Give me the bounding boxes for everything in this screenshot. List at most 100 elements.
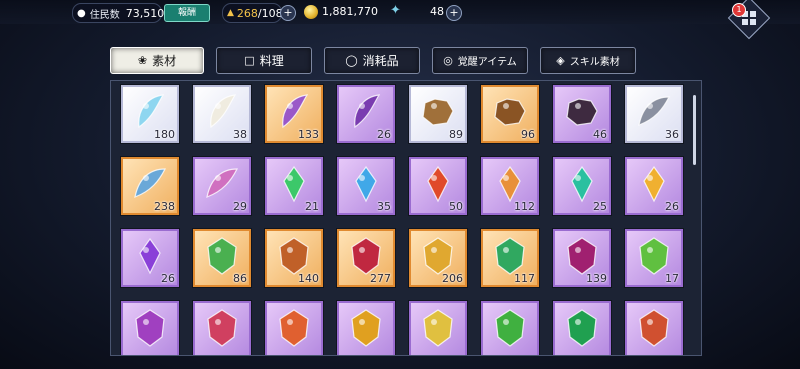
item-slot[interactable] [553, 301, 611, 355]
item-count: 38 [233, 128, 247, 141]
stamina-counter: ▲ 268 /108 [222, 3, 283, 23]
item-slot[interactable]: 25 [553, 157, 611, 215]
sun-crest-icon [351, 309, 381, 347]
dark-pelt-icon [566, 98, 598, 126]
tab-consumables[interactable]: ◯ 消耗品 [324, 47, 420, 74]
item-slot[interactable]: 38 [193, 85, 251, 143]
item-count: 206 [442, 272, 463, 285]
gold-value: 1,881,770 [322, 5, 378, 18]
jade-crest-icon [639, 237, 669, 275]
item-count: 139 [586, 272, 607, 285]
news-label: 報酬 [177, 8, 196, 18]
item-count: 277 [370, 272, 391, 285]
gems-plus-button[interactable]: + [446, 5, 462, 21]
gold-coin-icon [304, 5, 318, 19]
gems-value: 48 [430, 5, 444, 18]
amber-gem-icon [499, 165, 521, 203]
item-count: 96 [521, 128, 535, 141]
tab-materials-label: 素材 [152, 54, 177, 68]
item-slot[interactable] [193, 301, 251, 355]
item-count: 26 [161, 272, 175, 285]
item-slot[interactable]: 117 [481, 229, 539, 287]
news-button[interactable]: 報酬 [164, 4, 210, 22]
item-slot[interactable]: 140 [265, 229, 323, 287]
item-slot[interactable]: 36 [625, 85, 683, 143]
item-count: 26 [377, 128, 391, 141]
item-slot[interactable]: 29 [193, 157, 251, 215]
stamina-icon: ▲ [227, 8, 234, 18]
rose-crest-icon [207, 309, 237, 347]
item-slot[interactable]: 26 [337, 85, 395, 143]
horn-icon [282, 94, 309, 129]
item-slot[interactable]: 180 [121, 85, 179, 143]
top-bar: ● 住民数 73,510 報酬 ▲ 268 /108 + 1,881,770 ✦… [0, 0, 800, 24]
leaf-icon: ❀ [137, 54, 148, 67]
claw-icon [354, 94, 381, 129]
item-count: 140 [298, 272, 319, 285]
crystal-shard-icon [138, 94, 165, 129]
gold-gem-icon [643, 165, 665, 203]
item-slot[interactable]: 50 [409, 157, 467, 215]
item-slot[interactable]: 46 [553, 85, 611, 143]
item-count: 117 [514, 272, 535, 285]
item-count: 50 [449, 200, 463, 213]
item-count: 29 [233, 200, 247, 213]
potion-icon: ◯ [345, 54, 358, 67]
flame-crest-icon [279, 309, 309, 347]
golem-icon [639, 309, 669, 347]
green-gem-icon [283, 165, 305, 203]
blue-gem-icon [355, 165, 377, 203]
blue-feathers-icon [134, 168, 166, 198]
item-slot[interactable]: 35 [337, 157, 395, 215]
forest-crest-icon [567, 309, 597, 347]
item-slot[interactable]: 89 [409, 85, 467, 143]
item-slot[interactable]: 86 [193, 229, 251, 287]
item-slot[interactable] [409, 301, 467, 355]
green-crest-icon [207, 237, 237, 275]
item-slot[interactable]: 26 [625, 157, 683, 215]
copper-crest-icon [279, 237, 309, 275]
residents-value: 73,510 [125, 6, 165, 20]
tab-cooking[interactable]: □ 料理 [216, 47, 312, 74]
tab-awakening-label: 覚醒アイテム [457, 57, 517, 68]
gold-crest-icon [423, 237, 453, 275]
item-count: 180 [154, 128, 175, 141]
item-slot[interactable]: 139 [553, 229, 611, 287]
tab-cooking-label: 料理 [259, 54, 284, 68]
item-count: 46 [593, 128, 607, 141]
item-slot[interactable] [481, 301, 539, 355]
pelt-icon [494, 98, 526, 126]
rainbow-feathers-icon [206, 168, 238, 198]
scrollbar[interactable] [693, 95, 696, 165]
item-slot[interactable]: 17 [625, 229, 683, 287]
item-slot[interactable] [625, 301, 683, 355]
residents-counter: ● 住民数 73,510 [72, 3, 165, 23]
notification-badge: 1 [732, 3, 746, 17]
item-slot[interactable] [121, 301, 179, 355]
item-slot[interactable] [337, 301, 395, 355]
item-slot[interactable]: 26 [121, 229, 179, 287]
item-slot[interactable]: 238 [121, 157, 179, 215]
notification-count: 1 [736, 5, 742, 14]
item-count: 21 [305, 200, 319, 213]
leaf-crest-icon [495, 309, 525, 347]
item-count: 133 [298, 128, 319, 141]
item-slot[interactable] [265, 301, 323, 355]
item-slot[interactable]: 96 [481, 85, 539, 143]
tab-consumables-label: 消耗品 [362, 54, 399, 68]
feather-cluster-icon [638, 96, 670, 126]
violet-gem-icon [139, 237, 161, 275]
gem-icon: ✦ [390, 3, 401, 18]
item-slot[interactable]: 277 [337, 229, 395, 287]
item-slot[interactable]: 112 [481, 157, 539, 215]
hide-icon [422, 98, 454, 126]
stamina-value: 268 [236, 6, 258, 20]
stamina-plus-button[interactable]: + [280, 5, 296, 21]
item-slot[interactable]: 206 [409, 229, 467, 287]
tab-awakening-items[interactable]: ◎ 覚醒アイテム [432, 47, 528, 74]
item-slot[interactable]: 21 [265, 157, 323, 215]
item-slot[interactable]: 133 [265, 85, 323, 143]
tab-materials[interactable]: ❀ 素材 [110, 47, 204, 74]
skill-icon: ◈ [556, 54, 565, 67]
tab-skill-materials[interactable]: ◈ スキル素材 [540, 47, 636, 74]
